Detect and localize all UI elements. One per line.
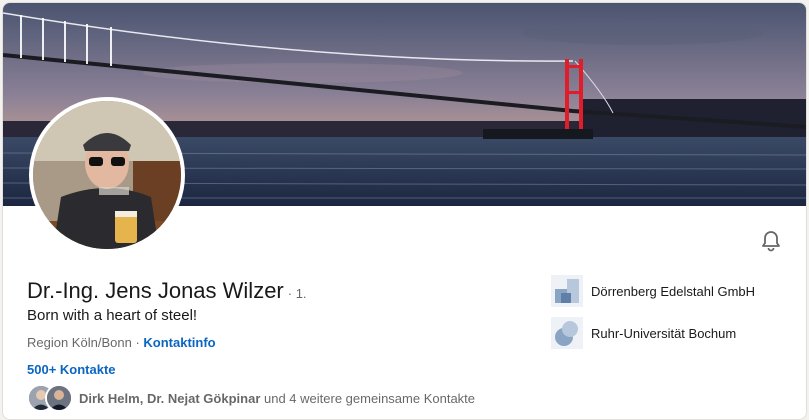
profile-card: Dr.-Ing. Jens Jonas Wilzer · 1. Born wit…: [2, 2, 807, 420]
location-separator: ·: [135, 335, 140, 350]
mutual-suffix: und 4 weitere gemeinsame Kontakte: [264, 390, 476, 406]
organizations-list: Dörrenberg Edelstahl GmbH Ruhr-Universit…: [551, 274, 755, 358]
profile-location: Region Köln/Bonn: [27, 335, 132, 350]
mutual-avatars: [27, 384, 73, 412]
bell-icon[interactable]: [759, 229, 783, 253]
mutual-comma: ,: [139, 390, 144, 406]
connections-link[interactable]: 500+ Kontakte: [27, 362, 116, 377]
profile-headline: Born with a heart of steel!: [27, 307, 198, 324]
mutual-connections[interactable]: Dirk Helm, Dr. Nejat Gökpinar und 4 weit…: [27, 384, 475, 412]
profile-photo[interactable]: [29, 97, 185, 253]
org-item-rub[interactable]: Ruhr-Universität Bochum: [551, 316, 755, 350]
contact-info-link[interactable]: Kontaktinfo: [143, 335, 215, 350]
org-item-dorrenberg[interactable]: Dörrenberg Edelstahl GmbH: [551, 274, 755, 308]
dorrenberg-logo: [551, 275, 583, 307]
rub-logo: [551, 317, 583, 349]
org-name: Ruhr-Universität Bochum: [591, 325, 737, 341]
mutual-name-1: Dirk Helm: [79, 390, 140, 406]
profile-name: Dr.-Ing. Jens Jonas Wilzer: [27, 278, 284, 303]
connection-degree: · 1.: [287, 286, 307, 301]
mutual-name-2: Dr. Nejat Gökpinar: [146, 390, 261, 406]
avatar: [45, 384, 73, 412]
connections-row: 500+ Kontakte: [27, 362, 116, 377]
org-name: Dörrenberg Edelstahl GmbH: [591, 283, 756, 299]
location-row: Region Köln/Bonn · Kontaktinfo: [27, 335, 216, 350]
name-row: Dr.-Ing. Jens Jonas Wilzer · 1.: [27, 278, 307, 304]
